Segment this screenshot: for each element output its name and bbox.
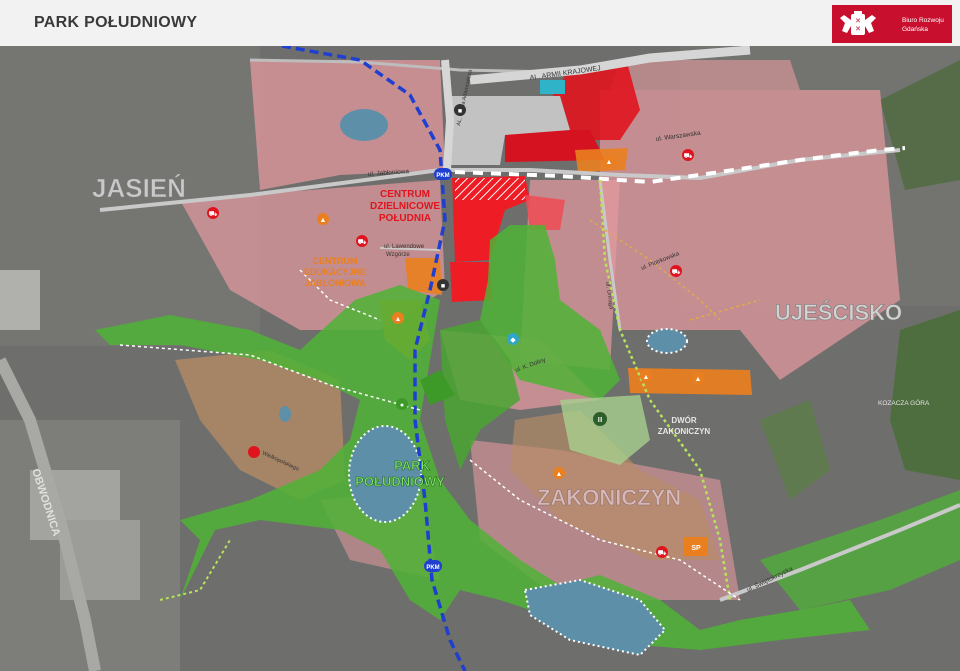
label-centrum-edukacyjne-3: JABŁONIOWA — [304, 278, 366, 288]
pond-north — [340, 109, 388, 141]
logo-text: Biuro Rozwoju Gdańska — [902, 17, 944, 33]
page-header: PARK POŁUDNIOWY ✕ ✕ Biuro Rozwoju Gdańsk… — [0, 0, 960, 47]
label-park-1: PARK — [394, 458, 430, 473]
running-icon[interactable]: ● — [396, 398, 408, 410]
road-adamowicza — [441, 59, 455, 171]
label-centrum-dzielnicowe-1: CENTRUM — [380, 189, 430, 200]
shopping-cart-icon[interactable]: ⛟ — [656, 546, 668, 558]
svg-text:●: ● — [400, 402, 404, 409]
gdansk-coat-of-arms-icon: ✕ ✕ — [840, 11, 876, 35]
graduation-cap-icon[interactable]: ▲ — [392, 312, 404, 324]
label-kozacza-gora: KOZACZA GÓRA — [878, 398, 930, 407]
svg-text:✕: ✕ — [855, 26, 861, 33]
label-centrum-dzielnicowe-2: DZIELNICOWE — [370, 201, 440, 212]
train-icon[interactable]: ■ — [454, 104, 466, 116]
label-centrum-edukacyjne-2: EDUKACYJNE — [304, 267, 366, 277]
graduation-cap-icon[interactable]: ▲ — [553, 467, 565, 479]
svg-text:■: ■ — [458, 108, 462, 115]
shopping-cart-icon[interactable]: ⛟ — [207, 207, 219, 219]
pkm-station-south[interactable]: PKM — [424, 560, 442, 572]
park-map: JASIEŃ UJEŚCISKO ZAKONICZYN KOZACZA GÓRA… — [0, 46, 960, 671]
graduation-cap-icon[interactable]: ▲ — [692, 372, 704, 384]
svg-text:▲: ▲ — [320, 217, 327, 224]
water-drop-icon[interactable]: ◆ — [507, 333, 519, 345]
train-icon[interactable]: ■ — [437, 279, 449, 291]
svg-text:SP: SP — [691, 545, 701, 552]
district-jasien: JASIEŃ — [92, 173, 186, 203]
pond-ujescisko — [646, 328, 688, 354]
forest-kozacza — [890, 310, 960, 480]
shopping-cart-icon[interactable]: ⛟ — [356, 235, 368, 247]
shopping-cart-icon[interactable]: ⛟ — [670, 265, 682, 277]
sp-school-marker[interactable]: SP — [691, 545, 701, 552]
page-title: PARK POŁUDNIOWY — [34, 14, 198, 31]
svg-text:⛟: ⛟ — [209, 211, 218, 218]
graduation-cap-icon[interactable]: ▲ — [603, 155, 615, 167]
svg-text:Ⅲ: Ⅲ — [598, 417, 603, 424]
shopping-cart-icon[interactable]: ⛟ — [682, 149, 694, 161]
svg-text:⛟: ⛟ — [672, 269, 681, 276]
svg-text:■: ■ — [441, 283, 445, 290]
svg-text:▲: ▲ — [643, 374, 650, 381]
label-dwor-2: ZAKONICZYN — [658, 427, 711, 436]
label-centrum-dzielnicowe-3: POŁUDNIA — [379, 213, 431, 224]
svg-text:PKM: PKM — [436, 173, 449, 179]
label-dwor-1: DWÓR — [671, 416, 697, 425]
svg-text:▲: ▲ — [395, 316, 402, 323]
street-lawendowe-2: Wzgórze — [386, 252, 410, 258]
svg-text:▲: ▲ — [695, 376, 702, 383]
svg-text:⛟: ⛟ — [658, 550, 667, 557]
label-centrum-edukacyjne-1: CENTRUM — [313, 256, 358, 266]
district-zakoniczyn: ZAKONICZYN — [537, 485, 681, 510]
svg-text:◆: ◆ — [510, 337, 516, 344]
building-columns-icon[interactable]: Ⅲ — [593, 412, 607, 426]
svg-text:▲: ▲ — [606, 159, 613, 166]
svg-text:✕: ✕ — [855, 18, 861, 25]
svg-text:▲: ▲ — [556, 471, 563, 478]
graduation-cap-icon[interactable]: ▲ — [640, 370, 652, 382]
district-ujescisko: UJEŚCISKO — [775, 300, 902, 325]
svg-text:⛟: ⛟ — [684, 153, 693, 160]
street-lawendowe-1: ul. Lawendowe — [384, 244, 425, 250]
svg-text:⛟: ⛟ — [358, 239, 367, 246]
graduation-cap-icon[interactable]: ▲ — [317, 213, 329, 225]
red-location-icon[interactable] — [248, 446, 260, 458]
svg-text:PKM: PKM — [426, 565, 439, 571]
label-park-2: POŁUDNIOWY — [355, 474, 445, 489]
pkm-station-north[interactable]: PKM — [434, 168, 452, 180]
brg-logo: ✕ ✕ Biuro Rozwoju Gdańska — [832, 5, 952, 43]
